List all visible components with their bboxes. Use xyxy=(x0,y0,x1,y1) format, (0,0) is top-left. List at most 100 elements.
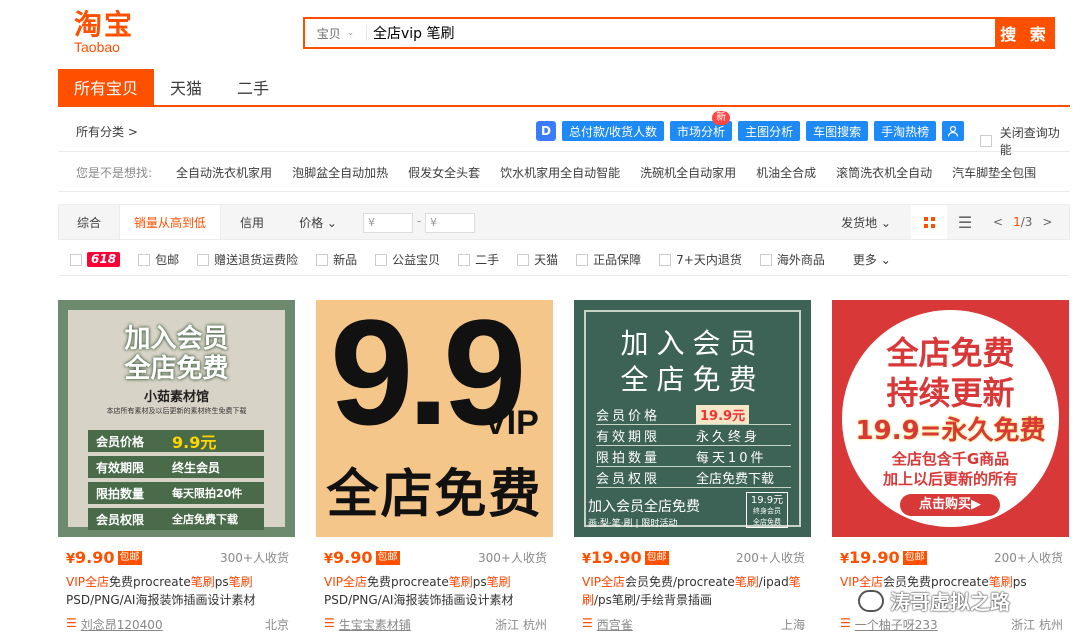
sort-bar: 综合 销量从高到低 信用 价格 ⌄ ¥ - ¥ 发货地 ⌄ ☰ < 1/3 > xyxy=(58,204,1070,240)
shop-link[interactable]: 西宫雀 xyxy=(597,616,633,633)
product-card[interactable]: 加入会员 全店免费 会员价格 19.9元 有效期限 永久终身 限拍数量 每天10件 会… xyxy=(574,300,811,644)
price-max-input[interactable]: ¥ xyxy=(425,213,475,233)
close-query-toggle[interactable]: 关闭查询功能 xyxy=(980,124,1070,158)
sales-count: 200+人收货 xyxy=(994,551,1063,565)
all-categories-link[interactable]: 所有分类 > xyxy=(76,123,138,140)
plugin-logo-icon[interactable]: D xyxy=(536,121,556,141)
free-shipping-tag: 包邮 xyxy=(644,550,669,565)
filter-checkbox[interactable] xyxy=(375,253,388,266)
tool-market-label: 市场分析 xyxy=(677,124,726,139)
sort-price[interactable]: 价格 ⌄ xyxy=(287,205,349,239)
plugin-toolbar: D 总付款/收货人数 市场分析 新 主图分析 车图搜索 手淘热榜 xyxy=(536,111,965,141)
filter-7day-return[interactable]: 7+天内退货 xyxy=(659,251,742,268)
filter-checkbox[interactable] xyxy=(138,253,151,266)
product-image[interactable]: 全店免费 持续更新 19.9=永久免费 全店包含千G商品 加上以后更新的所有 点… xyxy=(832,300,1069,537)
product-card[interactable]: 加入会员 全店免费 小茹素材馆 本店所有素材及以后更新的素材终生免费下载 会员价… xyxy=(58,300,295,644)
person-icon[interactable] xyxy=(942,121,965,141)
filter-checkbox[interactable] xyxy=(659,253,672,266)
list-view-icon[interactable]: ☰ xyxy=(947,205,983,239)
shop-location: 北京 xyxy=(264,618,289,632)
shop-icon: ☰ xyxy=(840,616,851,630)
watermark: 涛哥虚拟之路 xyxy=(858,586,1010,615)
product-image[interactable]: 加入会员 全店免费 小茹素材馆 本店所有素材及以后更新的素材终生免费下载 会员价… xyxy=(58,300,295,537)
filter-label: 正品保障 xyxy=(593,253,642,267)
total-pages: /3 xyxy=(1020,215,1033,229)
tool-main-image-button[interactable]: 主图分析 xyxy=(738,121,801,141)
search-button[interactable]: 搜 索 xyxy=(995,17,1055,49)
ship-from-dropdown[interactable]: 发货地 ⌄ xyxy=(835,205,897,239)
filter-new[interactable]: 新品 xyxy=(316,251,357,268)
product-title[interactable]: VIP全店免费procreate笔刷ps笔刷 PSD/PNG/AI海报装饰插画设计… xyxy=(66,573,289,609)
sales-count: 200+人收货 xyxy=(736,551,805,565)
filter-label: 7+天内退货 xyxy=(676,253,742,267)
filter-label: 海外商品 xyxy=(776,253,825,267)
tool-market-button[interactable]: 市场分析 新 xyxy=(670,111,733,141)
more-filters-button[interactable]: 更多 ⌄ xyxy=(853,251,891,268)
close-query-checkbox[interactable] xyxy=(980,135,992,147)
filter-618[interactable]: 618 xyxy=(70,252,121,267)
close-query-label: 关闭查询功能 xyxy=(999,126,1060,157)
next-page-icon[interactable]: > xyxy=(1042,215,1052,229)
sort-credit[interactable]: 信用 xyxy=(221,205,283,239)
filter-checkbox[interactable] xyxy=(197,253,210,266)
filter-checkbox[interactable] xyxy=(517,253,530,266)
filter-genuine[interactable]: 正品保障 xyxy=(576,251,641,268)
product-title[interactable]: VIP全店会员免费/procreate笔刷/ipad笔 刷/ps笔刷/手绘背景插画 xyxy=(582,573,805,609)
free-shipping-tag: 包邮 xyxy=(902,550,927,565)
tool-sales-button[interactable]: 总付款/收货人数 xyxy=(562,121,665,141)
suggestion-label: 您是不是想找: xyxy=(76,166,153,180)
product-image[interactable]: 加入会员 全店免费 会员价格 19.9元 有效期限 永久终身 限拍数量 每天10件 会… xyxy=(574,300,811,537)
filter-label: 赠送退货运费险 xyxy=(214,253,299,267)
shop-icon: ☰ xyxy=(66,616,77,630)
filter-label: 新品 xyxy=(333,253,358,267)
suggestion-item[interactable]: 饮水机家用全自动智能 xyxy=(500,164,620,181)
filter-checkbox[interactable] xyxy=(576,253,589,266)
sort-sales[interactable]: 销量从高到低 xyxy=(119,205,221,239)
filter-return-insurance[interactable]: 赠送退货运费险 xyxy=(197,251,298,268)
tool-hot-list-button[interactable]: 手淘热榜 xyxy=(874,121,937,141)
filter-checkbox[interactable] xyxy=(458,253,471,266)
mini-pager: < 1/3 > xyxy=(993,205,1052,239)
product-image[interactable]: 9.9 VIP 全店免费 xyxy=(316,300,553,537)
suggestion-item[interactable]: 假发女全头套 xyxy=(408,164,480,181)
filter-checkbox[interactable] xyxy=(316,253,329,266)
tab-all[interactable]: 所有宝贝 xyxy=(58,69,154,105)
suggestion-item[interactable]: 滚筒洗衣机全自动 xyxy=(836,164,932,181)
tool-image-search-button[interactable]: 车图搜索 xyxy=(806,121,869,141)
shop-icon: ☰ xyxy=(582,616,593,630)
shop-link[interactable]: 一个柚子呀233 xyxy=(855,616,938,633)
grid-view-icon[interactable] xyxy=(911,205,947,239)
suggestion-item[interactable]: 机油全合成 xyxy=(756,164,816,181)
filter-charity[interactable]: 公益宝贝 xyxy=(375,251,440,268)
filter-secondhand[interactable]: 二手 xyxy=(458,251,499,268)
tab-tmall[interactable]: 天猫 xyxy=(154,69,218,105)
sort-default[interactable]: 综合 xyxy=(59,205,119,239)
product-card[interactable]: 9.9 VIP 全店免费 ¥9.90 包邮 300+人收货 VIP全店免费pro… xyxy=(316,300,553,644)
suggestion-item[interactable]: 全自动洗衣机家用 xyxy=(176,164,272,181)
product-title[interactable]: VIP全店免费procreate笔刷ps笔刷 PSD/PNG/AI海报装饰插画设计… xyxy=(324,573,547,609)
filter-overseas[interactable]: 海外商品 xyxy=(759,251,825,268)
sales-count: 300+人收货 xyxy=(220,551,289,565)
filter-label: 天猫 xyxy=(534,253,559,267)
suggestion-item[interactable]: 汽车脚垫全包围 xyxy=(952,164,1036,181)
search-box: 宝贝 ⌄ xyxy=(303,17,1055,49)
filter-tmall[interactable]: 天猫 xyxy=(517,251,558,268)
shop-location: 上海 xyxy=(780,618,805,632)
prev-page-icon[interactable]: < xyxy=(993,215,1003,229)
filter-label: 包邮 xyxy=(155,253,180,267)
price-min-input[interactable]: ¥ xyxy=(363,213,413,233)
shop-link[interactable]: 刘念昂120400 xyxy=(81,616,163,633)
filter-free-shipping[interactable]: 包邮 xyxy=(138,251,179,268)
taobao-logo[interactable]: 淘宝 Taobao xyxy=(74,10,144,56)
price-dash: - xyxy=(417,214,422,228)
filter-checkbox[interactable] xyxy=(70,253,82,266)
shop-link[interactable]: 生宝宝素材铺 xyxy=(339,616,411,633)
shop-icon: ☰ xyxy=(324,616,335,630)
search-input[interactable] xyxy=(367,19,1053,47)
search-type-dropdown[interactable]: 宝贝 ⌄ xyxy=(305,25,367,41)
suggestion-item[interactable]: 泡脚盆全自动加热 xyxy=(292,164,388,181)
tab-secondhand[interactable]: 二手 xyxy=(218,69,288,105)
filter-checkbox[interactable] xyxy=(759,253,772,266)
filter-label: 二手 xyxy=(475,253,500,267)
suggestion-item[interactable]: 洗碗机全自动家用 xyxy=(640,164,736,181)
